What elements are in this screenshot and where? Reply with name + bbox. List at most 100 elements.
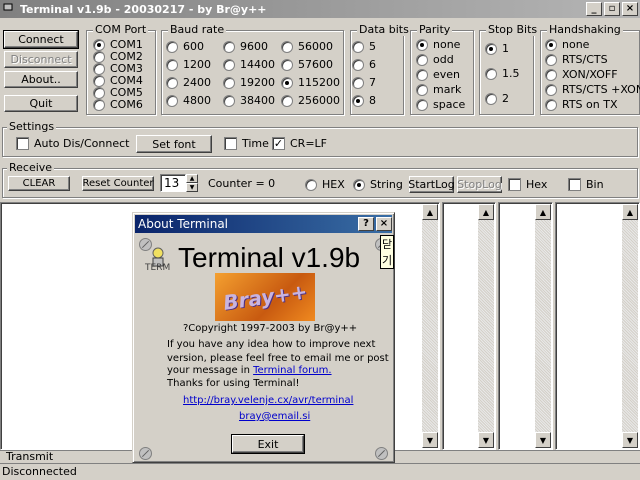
bin-scrollbar[interactable]: ▲ ▼ — [622, 204, 638, 448]
auto-dis-connect-checkbox[interactable]: Auto Dis/Connect — [16, 137, 129, 150]
scroll-down-icon[interactable]: ▼ — [478, 432, 494, 448]
scroll-up-icon[interactable]: ▲ — [422, 204, 438, 220]
hex-radio[interactable]: HEX — [305, 178, 345, 191]
bin-checkbox[interactable]: Bin — [568, 178, 604, 191]
radio-dot — [166, 58, 178, 71]
about-line4: Thanks for using Terminal! — [167, 378, 300, 389]
dialog-close-button[interactable]: × — [376, 217, 392, 231]
clear-button[interactable]: CLEAR — [8, 176, 70, 191]
radio-dot — [485, 42, 497, 55]
receive-scrollbar[interactable]: ▲ ▼ — [422, 204, 438, 448]
scroll-up-icon[interactable]: ▲ — [535, 204, 551, 220]
scroll-down-icon[interactable]: ▼ — [622, 432, 638, 448]
terminal-forum-link[interactable]: Terminal forum. — [253, 365, 331, 376]
stop-bits-2-radio[interactable]: 2 — [485, 92, 509, 105]
radio-dot — [416, 38, 428, 51]
spin-down-icon[interactable]: ▼ — [186, 183, 198, 192]
baud-1200-radio[interactable]: 1200 — [166, 58, 211, 71]
baud-rate-label: Baud rate — [168, 23, 227, 36]
quit-button[interactable]: Quit — [4, 95, 78, 112]
baud-2400-radio[interactable]: 2400 — [166, 76, 211, 89]
parity-even-radio[interactable]: even — [416, 68, 460, 81]
radio-dot — [166, 40, 178, 53]
terminal-app-icon — [2, 2, 16, 16]
baud-14400-radio[interactable]: 14400 — [223, 58, 275, 71]
baud-256000-radio[interactable]: 256000 — [281, 94, 340, 107]
data-bits-5-radio[interactable]: 5 — [352, 40, 376, 53]
parity-none-radio[interactable]: none — [416, 38, 460, 51]
about-button[interactable]: About.. — [4, 71, 78, 88]
restore-button[interactable]: ▫ — [604, 2, 620, 16]
about-button-label: About.. — [21, 73, 61, 86]
auto-dis-connect-label: Auto Dis/Connect — [34, 137, 130, 150]
radio-dot — [93, 62, 105, 75]
settings-label: Settings — [7, 120, 57, 133]
radio-dot — [352, 94, 364, 107]
baud-57600-radio[interactable]: 57600 — [281, 58, 333, 71]
time-checkbox[interactable]: Time — [224, 137, 269, 150]
radio-dot — [545, 53, 557, 66]
baud-600-radio[interactable]: 600 — [166, 40, 204, 53]
hex-scrollbar[interactable]: ▲ ▼ — [478, 204, 494, 448]
stop-bits-1-5-radio[interactable]: 1.5 — [485, 67, 520, 80]
baud-38400-radio[interactable]: 38400 — [223, 94, 275, 107]
radio-dot — [545, 83, 557, 96]
reset-counter-label: Reset Counter — [82, 178, 154, 189]
data-bits-label: Data bits — [357, 23, 411, 36]
data-bits-7-radio[interactable]: 7 — [352, 76, 376, 89]
counter-spin-buttons[interactable]: ▲ ▼ — [186, 174, 198, 192]
disconnect-button[interactable]: Disconnect — [4, 51, 78, 68]
cr-lf-checkbox[interactable]: ✓ CR=LF — [272, 137, 327, 150]
stop-log-button[interactable]: StopLog — [457, 176, 502, 193]
status-text: Disconnected — [2, 465, 77, 478]
exit-button[interactable]: Exit — [231, 434, 305, 454]
handshake-rts-cts-radio[interactable]: RTS/CTS — [545, 53, 608, 66]
close-button[interactable]: × — [622, 2, 638, 16]
baud-4800-radio[interactable]: 4800 — [166, 94, 211, 107]
scroll-down-icon[interactable]: ▼ — [422, 432, 438, 448]
baud-19200-radio[interactable]: 19200 — [223, 76, 275, 89]
spin-up-icon[interactable]: ▲ — [186, 174, 198, 183]
radio-dot — [223, 40, 235, 53]
handshake-xon-xoff-radio[interactable]: XON/XOFF — [545, 68, 618, 81]
start-log-button[interactable]: StartLog — [408, 176, 455, 193]
connect-button[interactable]: Connect — [3, 30, 79, 49]
set-font-button[interactable]: Set font — [136, 135, 212, 153]
data-bits-6-radio[interactable]: 6 — [352, 58, 376, 71]
data-bits-8-radio[interactable]: 8 — [352, 94, 376, 107]
scroll-up-icon[interactable]: ▲ — [478, 204, 494, 220]
baud-56000-radio[interactable]: 56000 — [281, 40, 333, 53]
checkbox-box — [16, 137, 29, 150]
parity-mark-radio[interactable]: mark — [416, 83, 461, 96]
radio-dot — [305, 178, 317, 191]
hex-checkbox[interactable]: Hex — [508, 178, 547, 191]
handshake-rts-cts-xon-radio[interactable]: RTS/CTS +XON — [545, 83, 640, 96]
parity-odd-radio[interactable]: odd — [416, 53, 454, 66]
clear-label: CLEAR — [22, 178, 56, 189]
baud-9600-radio[interactable]: 9600 — [223, 40, 268, 53]
string-radio[interactable]: String — [353, 178, 403, 191]
connect-button-label: Connect — [18, 33, 64, 46]
help-button[interactable]: ? — [358, 217, 374, 231]
radio-dot — [93, 74, 105, 87]
handshake-rts-on-tx-radio[interactable]: RTS on TX — [545, 98, 618, 111]
homepage-link[interactable]: http://bray.velenje.cx/avr/terminal — [183, 395, 353, 406]
reset-counter-button[interactable]: Reset Counter — [82, 176, 154, 191]
minimize-button[interactable]: _ — [586, 2, 602, 16]
parity-space-radio[interactable]: space — [416, 98, 465, 111]
dec-scrollbar[interactable]: ▲ ▼ — [535, 204, 551, 448]
baud-115200-radio[interactable]: 115200 — [281, 76, 340, 89]
handshake-option-label: RTS/CTS — [562, 53, 608, 66]
scroll-up-icon[interactable]: ▲ — [622, 204, 638, 220]
handshaking-label: Handshaking — [547, 23, 623, 36]
scroll-down-icon[interactable]: ▼ — [535, 432, 551, 448]
screw-icon — [375, 447, 388, 460]
window-titlebar: Terminal v1.9b - 20030217 - by Br@y++ _ … — [0, 0, 640, 18]
stop-bits-1-radio[interactable]: 1 — [485, 42, 509, 55]
radio-dot — [166, 76, 178, 89]
com6-radio[interactable]: COM6 — [93, 98, 143, 111]
handshake-none-radio[interactable]: none — [545, 38, 589, 51]
data-bits-option-label: 5 — [369, 40, 376, 53]
counter-spin-input[interactable]: 13 — [160, 174, 186, 192]
email-link[interactable]: bray@email.si — [239, 411, 310, 422]
